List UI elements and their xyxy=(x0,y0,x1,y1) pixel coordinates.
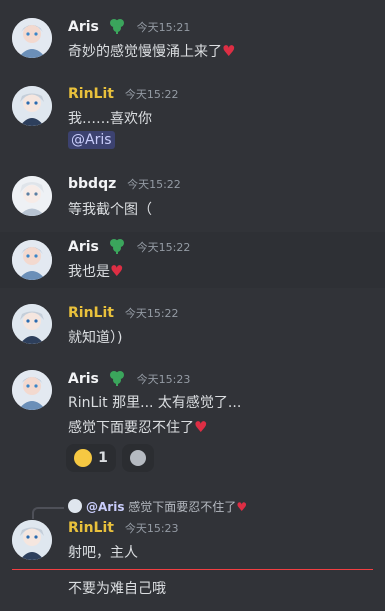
message-aris-1: Aris 今天15:21 奇妙的感觉慢慢涌上来了♥ xyxy=(0,8,385,68)
mini-avatar xyxy=(68,499,82,513)
clover-badge-icon xyxy=(108,18,126,38)
message-rinlit-3: RinLit 今天15:23 射吧，主人 xyxy=(0,514,385,568)
face-savoring-food-icon xyxy=(74,449,93,467)
message-text: 等我截个图（ xyxy=(68,202,152,218)
message-rinlit-1: RinLit 今天15:22 我……喜欢你 @Aris xyxy=(0,76,385,154)
reaction-face-savoring-food[interactable]: 1 xyxy=(66,444,116,472)
add-reaction-icon xyxy=(130,450,146,466)
timestamp: 今天15:23 xyxy=(124,522,179,535)
message-text: 我也是♥ xyxy=(68,261,123,281)
message-text: 我……喜欢你 xyxy=(68,111,152,127)
author-name[interactable]: RinLit 今天15:23 xyxy=(68,520,179,536)
message-text: 感觉下面要忍不住了♥ xyxy=(68,417,207,437)
message-aris-2: Aris 今天15:22 我也是♥ xyxy=(0,232,385,288)
red-heart-emoji: ♥ xyxy=(110,262,124,280)
avatar[interactable] xyxy=(12,370,52,410)
reply-preview[interactable]: @Aris 感觉下面要忍不住了♥ xyxy=(68,498,247,515)
author-label[interactable]: RinLit xyxy=(68,86,114,102)
add-reaction-button[interactable] xyxy=(122,444,154,472)
avatar[interactable] xyxy=(12,18,52,58)
author-label[interactable]: bbdqz xyxy=(68,176,116,192)
message-bbdqz: bbdqz 今天15:22 等我截个图（ xyxy=(0,168,385,228)
message-text: 不要为难自己哦 xyxy=(68,581,166,597)
avatar[interactable] xyxy=(12,176,52,216)
author-label[interactable]: Aris xyxy=(68,371,99,387)
timestamp: 今天15:22 xyxy=(127,178,181,191)
red-heart-emoji: ♥ xyxy=(236,500,248,514)
message-text: RinLit 那里... 太有感觉了... xyxy=(68,395,242,411)
new-messages-divider xyxy=(12,569,373,570)
timestamp: 今天15:21 xyxy=(136,21,191,34)
red-heart-emoji: ♥ xyxy=(194,418,208,436)
message-text: 奇妙的感觉慢慢涌上来了♥ xyxy=(68,41,235,61)
avatar[interactable] xyxy=(12,86,52,126)
author-name[interactable]: RinLit 今天15:22 xyxy=(68,305,179,321)
reaction-count: 1 xyxy=(98,450,108,466)
message-line: 奇妙的感觉慢慢涌上来了 xyxy=(68,44,222,60)
timestamp: 今天15:22 xyxy=(124,88,179,101)
message-line: 我也是 xyxy=(68,264,110,280)
message-rinlit-2: RinLit 今天15:22 就知道）) xyxy=(0,298,385,358)
timestamp: 今天15:22 xyxy=(124,307,179,320)
message-text: 就知道）) xyxy=(68,330,123,346)
message-text: 射吧，主人 xyxy=(68,545,138,561)
author-name[interactable]: RinLit 今天15:22 xyxy=(68,86,179,102)
message-aris-3: Aris 今天15:23 RinLit 那里... 太有感觉了... 感觉下面要… xyxy=(0,364,385,484)
author-name[interactable]: Aris 今天15:21 xyxy=(68,18,190,38)
author-name[interactable]: Aris 今天15:22 xyxy=(68,238,190,258)
avatar[interactable] xyxy=(12,240,52,280)
red-heart-emoji: ♥ xyxy=(222,42,236,60)
author-name[interactable]: Aris 今天15:23 xyxy=(68,370,190,390)
user-mention[interactable]: @Aris xyxy=(68,131,115,149)
author-label[interactable]: Aris xyxy=(68,19,99,35)
timestamp: 今天15:22 xyxy=(136,241,191,254)
timestamp: 今天15:23 xyxy=(136,373,191,386)
message-continuation: 不要为难自己哦 xyxy=(0,572,385,608)
message-line: 感觉下面要忍不住了 xyxy=(68,420,194,436)
author-label[interactable]: RinLit xyxy=(68,520,114,536)
author-label[interactable]: RinLit xyxy=(68,305,114,321)
reply-text: 感觉下面要忍不住了 xyxy=(128,500,237,514)
avatar[interactable] xyxy=(12,304,52,344)
author-name[interactable]: bbdqz 今天15:22 xyxy=(68,176,181,192)
clover-badge-icon xyxy=(108,238,126,258)
author-label[interactable]: Aris xyxy=(68,239,99,255)
clover-badge-icon xyxy=(108,370,126,390)
reply-author[interactable]: @Aris xyxy=(86,500,124,514)
avatar[interactable] xyxy=(12,520,52,560)
